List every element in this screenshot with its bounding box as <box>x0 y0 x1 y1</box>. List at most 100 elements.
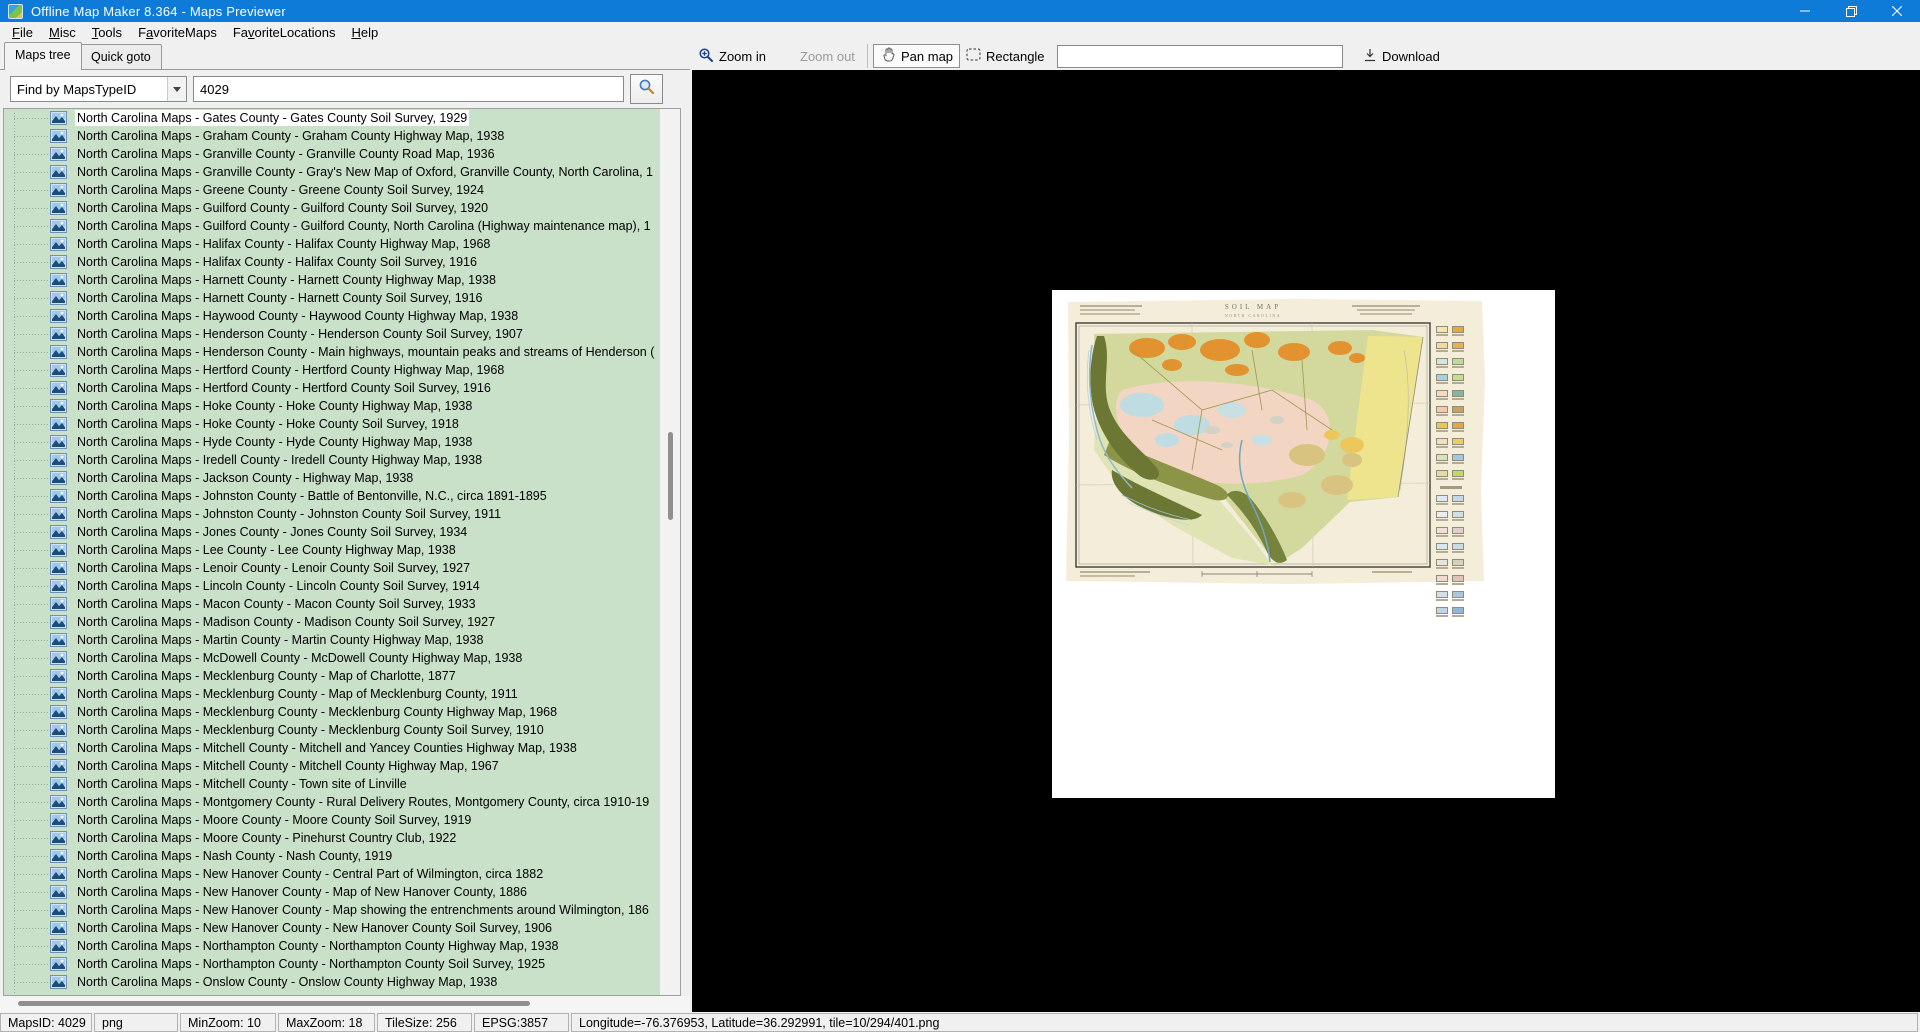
tree-item[interactable]: North Carolina Maps - Lenoir County - Le… <box>4 559 680 577</box>
tree-item[interactable]: North Carolina Maps - Moore County - Pin… <box>4 829 680 847</box>
tree-item[interactable]: North Carolina Maps - New Hanover County… <box>4 901 680 919</box>
map-viewport[interactable]: SOIL MAP NORTH CAROLINA <box>692 70 1920 1012</box>
tree-item[interactable]: North Carolina Maps - Martin County - Ma… <box>4 631 680 649</box>
tree-item[interactable]: North Carolina Maps - Lincoln County - L… <box>4 577 680 595</box>
menu-item-favoritemaps[interactable]: FavoriteMaps <box>130 23 225 42</box>
tree-item[interactable]: North Carolina Maps - Iredell County - I… <box>4 451 680 469</box>
tree-item[interactable]: North Carolina Maps - Nash County - Nash… <box>4 847 680 865</box>
tree-item[interactable]: North Carolina Maps - Halifax County - H… <box>4 235 680 253</box>
search-button[interactable] <box>630 74 663 104</box>
app-window: Offline Map Maker 8.364 - Maps Previewer… <box>0 0 1920 1032</box>
legend-swatch <box>1436 406 1448 416</box>
tree-item[interactable]: North Carolina Maps - Montgomery County … <box>4 793 680 811</box>
zoom-out-button[interactable]: Zoom out <box>800 44 855 68</box>
menu-item-tools[interactable]: Tools <box>84 23 130 42</box>
tree-item[interactable]: North Carolina Maps - Hertford County - … <box>4 379 680 397</box>
tree-item[interactable]: North Carolina Maps - Mecklenburg County… <box>4 721 680 739</box>
rectangle-label: Rectangle <box>986 49 1045 64</box>
legend-swatch <box>1436 470 1448 480</box>
legend-row <box>1436 454 1466 464</box>
legend-swatch <box>1452 454 1464 464</box>
tree-item[interactable]: North Carolina Maps - Moore County - Moo… <box>4 811 680 829</box>
tree-item-label: North Carolina Maps - Mecklenburg County… <box>75 704 559 720</box>
menu-item-misc[interactable]: Misc <box>41 23 84 42</box>
restore-button[interactable] <box>1828 0 1874 22</box>
tree-item[interactable]: North Carolina Maps - Halifax County - H… <box>4 253 680 271</box>
tree-item[interactable]: North Carolina Maps - Haywood County - H… <box>4 307 680 325</box>
vertical-scrollbar[interactable] <box>660 109 681 995</box>
tree-item[interactable]: North Carolina Maps - Mecklenburg County… <box>4 685 680 703</box>
legend-swatch <box>1452 511 1464 521</box>
tree-item[interactable]: North Carolina Maps - Northampton County… <box>4 955 680 973</box>
tree-item[interactable]: North Carolina Maps - Granville County -… <box>4 163 680 181</box>
rectangle-button[interactable]: Rectangle <box>966 44 1045 68</box>
tree-item[interactable]: North Carolina Maps - Gates County - Gat… <box>4 109 680 127</box>
tree-item-label: North Carolina Maps - New Hanover County… <box>75 902 651 918</box>
tree-item[interactable]: North Carolina Maps - Guilford County - … <box>4 217 680 235</box>
tab-quick-goto[interactable]: Quick goto <box>80 44 162 70</box>
tree-item[interactable]: North Carolina Maps - Mitchell County - … <box>4 739 680 757</box>
close-button[interactable] <box>1874 0 1920 22</box>
minimize-button[interactable] <box>1782 0 1828 22</box>
vertical-scrollbar-thumb[interactable] <box>668 432 673 520</box>
tree-guide <box>14 460 48 461</box>
tree-item[interactable]: North Carolina Maps - Macon County - Mac… <box>4 595 680 613</box>
legend-row <box>1436 607 1466 617</box>
tab-maps-tree[interactable]: Maps tree <box>4 42 82 70</box>
tree-item[interactable]: North Carolina Maps - Madison County - M… <box>4 613 680 631</box>
tree-item[interactable]: North Carolina Maps - Mitchell County - … <box>4 775 680 793</box>
tree-item[interactable]: North Carolina Maps - Northampton County… <box>4 937 680 955</box>
legend-swatch <box>1436 495 1448 505</box>
title-bar[interactable]: Offline Map Maker 8.364 - Maps Previewer <box>0 0 1920 22</box>
tree-item[interactable]: North Carolina Maps - Onslow County - On… <box>4 973 680 991</box>
download-label: Download <box>1382 49 1440 64</box>
tree-item[interactable]: North Carolina Maps - Jackson County - H… <box>4 469 680 487</box>
tree-item[interactable]: North Carolina Maps - Granville County -… <box>4 145 680 163</box>
menu-item-favoritelocations[interactable]: FavoriteLocations <box>225 23 344 42</box>
legend-row <box>1436 358 1466 368</box>
download-button[interactable]: Download <box>1363 44 1440 68</box>
tree-item[interactable]: North Carolina Maps - Hoke County - Hoke… <box>4 415 680 433</box>
tree-guide <box>14 910 48 911</box>
tree-item[interactable]: North Carolina Maps - Harnett County - H… <box>4 271 680 289</box>
tree-item[interactable]: North Carolina Maps - Jones County - Jon… <box>4 523 680 541</box>
tree-item[interactable]: North Carolina Maps - Hyde County - Hyde… <box>4 433 680 451</box>
tree-item[interactable]: North Carolina Maps - Johnston County - … <box>4 505 680 523</box>
tree-guide <box>14 370 48 371</box>
tree-item[interactable]: North Carolina Maps - McDowell County - … <box>4 649 680 667</box>
tree-item[interactable]: North Carolina Maps - Mecklenburg County… <box>4 667 680 685</box>
tree-guide <box>14 154 48 155</box>
tree-item[interactable]: North Carolina Maps - Guilford County - … <box>4 199 680 217</box>
tree-item-label: North Carolina Maps - Onslow County - On… <box>75 974 499 990</box>
search-row: Find by MapsTypeID <box>0 70 690 108</box>
tree-item-label: North Carolina Maps - New Hanover County… <box>75 920 554 936</box>
tree-item[interactable]: North Carolina Maps - Mitchell County - … <box>4 757 680 775</box>
tree-item[interactable]: North Carolina Maps - Greene County - Gr… <box>4 181 680 199</box>
horizontal-scrollbar[interactable] <box>0 996 690 1012</box>
tree-item[interactable]: North Carolina Maps - Graham County - Gr… <box>4 127 680 145</box>
tree-item[interactable]: North Carolina Maps - Henderson County -… <box>4 343 680 361</box>
horizontal-scrollbar-thumb[interactable] <box>18 1001 530 1006</box>
tree-item[interactable]: North Carolina Maps - Hertford County - … <box>4 361 680 379</box>
tree-item[interactable]: North Carolina Maps - Mecklenburg County… <box>4 703 680 721</box>
tree-item[interactable]: North Carolina Maps - New Hanover County… <box>4 919 680 937</box>
toolbar-input[interactable] <box>1057 45 1343 68</box>
tree-item[interactable]: North Carolina Maps - Harnett County - H… <box>4 289 680 307</box>
chevron-down-icon[interactable] <box>167 77 186 101</box>
tree-item[interactable]: North Carolina Maps - Johnston County - … <box>4 487 680 505</box>
tree-item[interactable]: North Carolina Maps - Lee County - Lee C… <box>4 541 680 559</box>
tree-item[interactable]: North Carolina Maps - New Hanover County… <box>4 865 680 883</box>
tree-item[interactable]: North Carolina Maps - Hoke County - Hoke… <box>4 397 680 415</box>
menu-item-file[interactable]: File <box>4 23 41 42</box>
map-preview-page[interactable]: SOIL MAP NORTH CAROLINA <box>1052 290 1555 798</box>
zoom-in-button[interactable]: Zoom in <box>698 44 766 68</box>
menu-item-help[interactable]: Help <box>343 23 386 42</box>
tree-item-label: North Carolina Maps - Hertford County - … <box>75 362 506 378</box>
search-input[interactable] <box>193 76 624 102</box>
tree-item[interactable]: North Carolina Maps - Henderson County -… <box>4 325 680 343</box>
tree-item[interactable]: North Carolina Maps - New Hanover County… <box>4 883 680 901</box>
tree-guide <box>14 352 48 353</box>
find-by-combobox[interactable]: Find by MapsTypeID <box>10 76 187 102</box>
tree-guide <box>14 766 48 767</box>
pan-map-button[interactable]: Pan map <box>873 44 960 68</box>
